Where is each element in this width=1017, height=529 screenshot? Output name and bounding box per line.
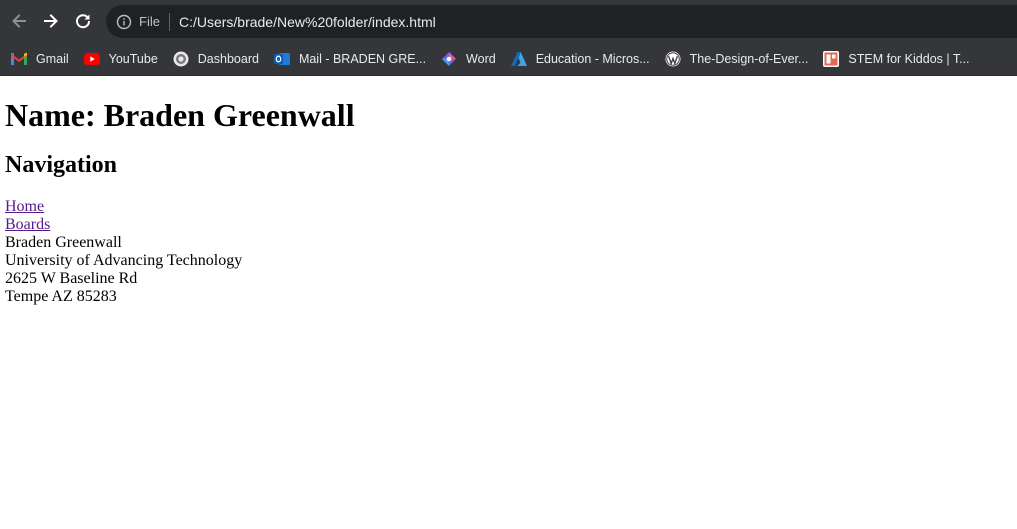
gmail-icon [11, 51, 27, 67]
home-link[interactable]: Home [5, 198, 1012, 216]
reload-button[interactable] [69, 7, 97, 35]
url-text[interactable]: C:/Users/brade/New%20folder/index.html [179, 14, 436, 30]
bookmark-label: Gmail [36, 51, 69, 66]
bookmark-label: Dashboard [197, 51, 259, 66]
address-bar[interactable]: File C:/Users/brade/New%20folder/index.h… [106, 5, 1017, 38]
page-title: Name: Braden Greenwall [5, 97, 355, 133]
bookmark-label: YouTube [108, 51, 158, 66]
navigation-links: Home Boards [5, 198, 1012, 234]
address-separator [168, 12, 170, 31]
navigation-heading: Navigation [5, 152, 118, 178]
boards-link[interactable]: Boards [5, 216, 1012, 234]
bookmarks-bar: Gmail YouTube Dashboard Mail - BRADEN GR… [0, 42, 1017, 76]
bookmark-label: Education - Micros... [535, 51, 650, 66]
bookmark-gmail[interactable]: Gmail [11, 45, 69, 73]
bookmark-youtube[interactable]: YouTube [83, 45, 158, 73]
bookmark-design-of-everyday[interactable]: The-Design-of-Ever... [665, 45, 809, 73]
bookmark-stem-for-kiddos[interactable]: STEM for Kiddos | T... [823, 45, 970, 73]
dashboard-icon [173, 51, 189, 67]
scheme-label: File [139, 14, 160, 29]
bookmark-label: Word [466, 51, 496, 66]
bookmark-mail[interactable]: Mail - BRADEN GRE... [273, 45, 427, 73]
address-city: Tempe AZ 85283 [5, 288, 117, 305]
address-street: 2625 W Baseline Rd [5, 270, 138, 287]
browser-toolbar: File C:/Users/brade/New%20folder/index.h… [0, 0, 1017, 42]
bookmark-dashboard[interactable]: Dashboard [173, 45, 259, 73]
address-organization: University of Advancing Technology [5, 252, 243, 269]
arrow-right-icon [42, 12, 60, 30]
word-icon [441, 51, 457, 67]
youtube-icon [83, 51, 100, 67]
forward-button[interactable] [37, 7, 65, 35]
bookmark-label: Mail - BRADEN GRE... [298, 51, 427, 66]
bookmark-education[interactable]: Education - Micros... [510, 45, 650, 73]
bookmark-label: The-Design-of-Ever... [689, 51, 809, 66]
azure-icon [510, 51, 527, 67]
reload-icon [74, 12, 92, 30]
back-button[interactable] [5, 7, 33, 35]
info-icon[interactable] [116, 14, 132, 30]
address-name: Braden Greenwall [5, 234, 122, 251]
wordpress-icon [665, 51, 681, 67]
stem-icon [823, 50, 840, 67]
address-block: Braden Greenwall University of Advancing… [5, 234, 1012, 306]
outlook-icon [273, 51, 290, 67]
bookmark-label: STEM for Kiddos | T... [848, 51, 970, 66]
arrow-left-icon [10, 12, 28, 30]
bookmark-word[interactable]: Word [441, 45, 496, 73]
page-content: Name: Braden Greenwall Navigation Home B… [0, 97, 1017, 306]
